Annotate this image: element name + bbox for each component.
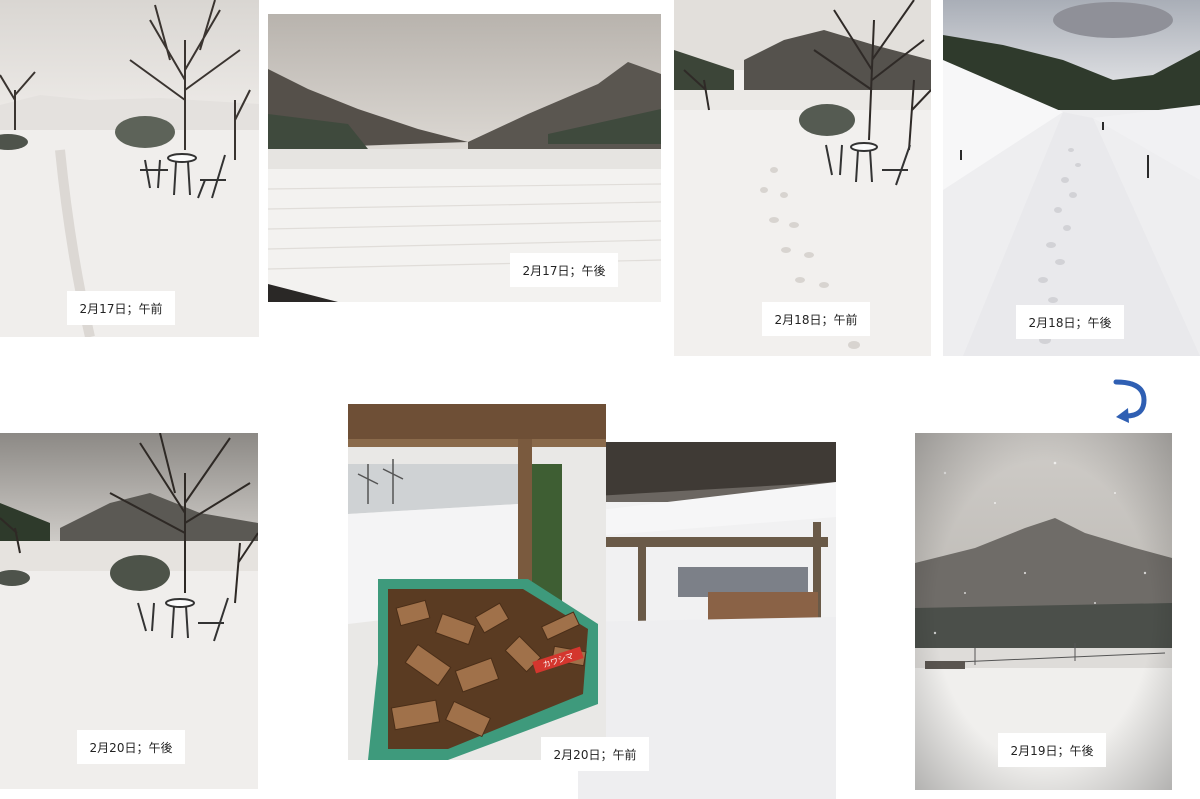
photo-feb18-pm xyxy=(943,0,1200,356)
photo-caption: 2月17日；午前 xyxy=(67,291,175,325)
photo-caption: 2月20日；午後 xyxy=(77,730,185,764)
photo-caption: 2月19日；午後 xyxy=(998,733,1106,767)
photo-caption: 2月17日；午後 xyxy=(510,253,618,287)
photo-feb20-am-trailer: カワシマ xyxy=(348,404,606,760)
photo-caption: 2月20日；午前 xyxy=(541,737,649,771)
photo-caption: 2月18日；午後 xyxy=(1016,305,1124,339)
photo-feb17-am xyxy=(0,0,259,337)
curved-arrow-icon xyxy=(1110,378,1150,424)
photo-caption: 2月18日；午前 xyxy=(762,302,870,336)
